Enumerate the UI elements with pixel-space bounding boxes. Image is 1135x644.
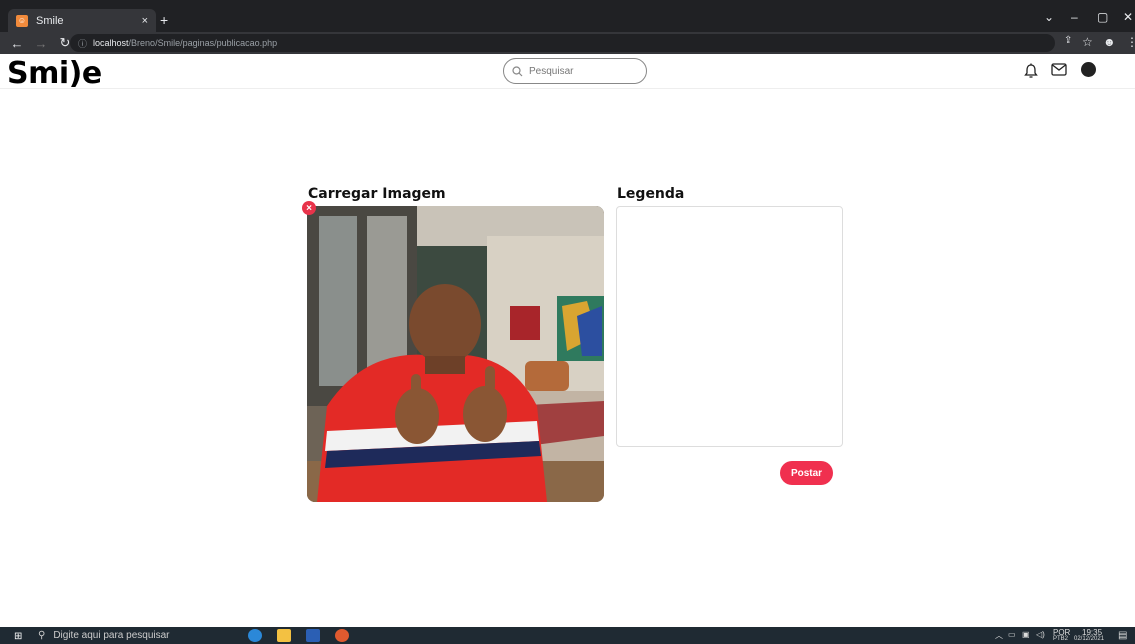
menu-icon[interactable]: ⋮	[1126, 35, 1135, 49]
avatar[interactable]	[1081, 62, 1096, 77]
tray-volume-icon[interactable]: ◁)	[1036, 630, 1045, 639]
address-bar: ← → ↻ ⓘ localhost /Breno/Smile/paginas/p…	[0, 32, 1135, 54]
tray-network-icon[interactable]: ▣	[1022, 630, 1030, 639]
word-icon[interactable]	[306, 629, 320, 642]
search-icon	[512, 65, 523, 76]
chrome-icon[interactable]	[335, 629, 349, 642]
tab-title: Smile	[36, 14, 64, 27]
minimize-icon[interactable]: –	[1071, 10, 1078, 24]
logo[interactable]: Smi)e	[7, 56, 102, 91]
profile-icon[interactable]: ☻	[1103, 35, 1116, 49]
uploaded-image-preview	[307, 206, 604, 502]
tray-language-sub: PTB2	[1053, 636, 1069, 642]
browser-tabstrip: ☺ Smile × + ⌄ – ▢ ✕	[0, 0, 1135, 32]
tray-chevron-icon[interactable]: ︿	[995, 630, 1003, 641]
url-host: localhost	[93, 38, 129, 48]
tray-battery-icon[interactable]: ▭	[1008, 630, 1016, 639]
notifications-icon[interactable]: ▤	[1118, 630, 1127, 641]
taskbar-search[interactable]: ⚲ Digite aqui para pesquisar	[38, 630, 170, 641]
mail-icon[interactable]	[1051, 63, 1067, 76]
forward-icon[interactable]: →	[34, 36, 48, 51]
search-box[interactable]	[503, 58, 647, 84]
caption-textarea[interactable]	[616, 206, 843, 447]
back-icon[interactable]: ←	[10, 36, 24, 51]
browser-tab[interactable]: ☺ Smile ×	[8, 9, 156, 32]
remove-image-button[interactable]: ×	[302, 201, 316, 215]
file-explorer-icon[interactable]	[277, 629, 291, 642]
edge-icon[interactable]	[248, 629, 262, 642]
caption-heading: Legenda	[617, 186, 685, 202]
windows-start-icon[interactable]: ⊞	[14, 631, 22, 642]
search-icon: ⚲	[38, 630, 46, 641]
upload-image-heading: Carregar Imagem	[308, 186, 446, 202]
tab-search-icon[interactable]: ⌄	[1044, 10, 1054, 24]
post-button[interactable]: Postar	[780, 461, 833, 485]
info-icon[interactable]: ⓘ	[78, 37, 87, 50]
taskbar-search-placeholder: Digite aqui para pesquisar	[53, 630, 170, 641]
windows-taskbar: ⊞ ⚲ Digite aqui para pesquisar ︿ ▭ ▣ ◁) …	[0, 627, 1135, 644]
favicon-icon: ☺	[16, 14, 28, 27]
search-input[interactable]	[529, 65, 629, 77]
photo-illustration	[307, 206, 604, 502]
new-tab-button[interactable]: +	[160, 12, 168, 28]
tray-date: 02/12/2021	[1074, 636, 1105, 642]
maximize-icon[interactable]: ▢	[1097, 10, 1108, 24]
site-header: Smi)e	[0, 54, 1135, 91]
url-path: /Breno/Smile/paginas/publicacao.php	[128, 38, 278, 48]
bell-icon[interactable]	[1024, 63, 1038, 79]
tab-close-icon[interactable]: ×	[142, 15, 148, 27]
share-icon[interactable]: ⇪	[1064, 35, 1072, 46]
url-field[interactable]: ⓘ localhost /Breno/Smile/paginas/publica…	[70, 34, 1055, 52]
close-window-icon[interactable]: ✕	[1123, 10, 1133, 24]
bookmark-star-icon[interactable]: ☆	[1082, 35, 1093, 49]
